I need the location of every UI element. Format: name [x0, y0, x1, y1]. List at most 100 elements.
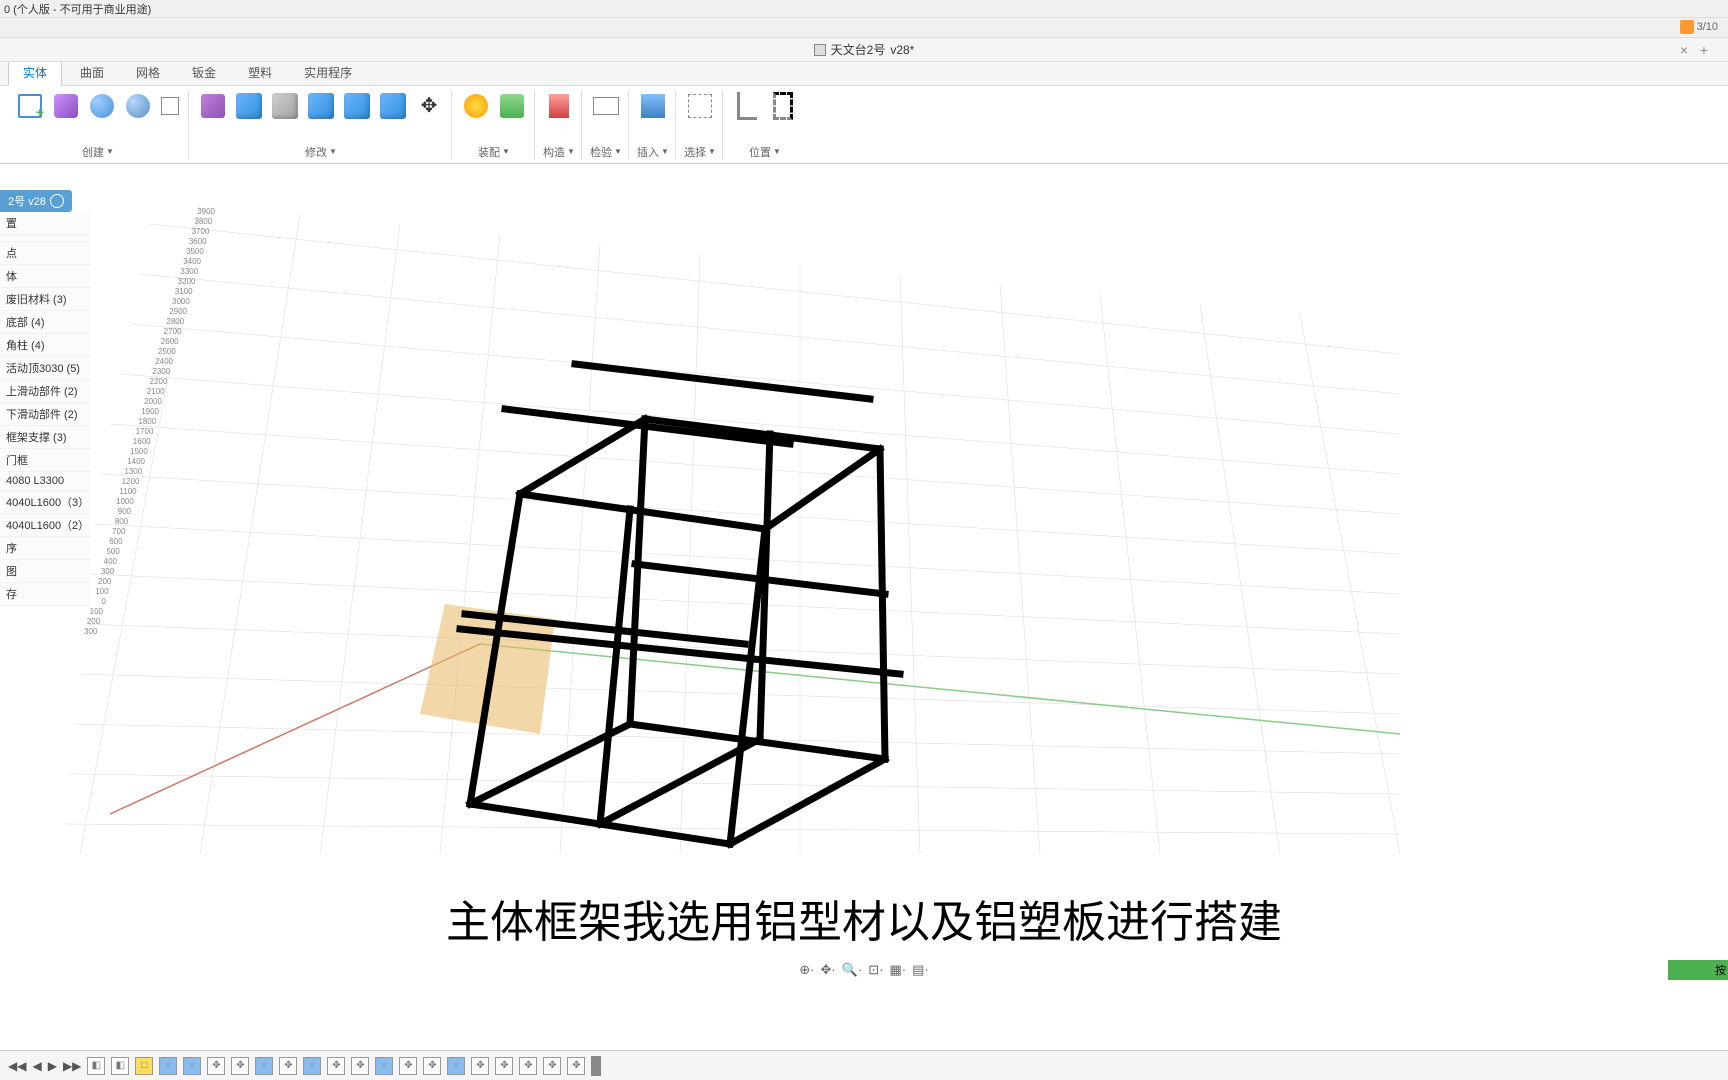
svg-text:100: 100 [95, 587, 109, 596]
browser-item[interactable]: 废旧材料 (3) [0, 288, 90, 311]
tab-sheetmetal[interactable]: 钣金 [178, 60, 230, 85]
browser-item[interactable]: 底部 (4) [0, 311, 90, 334]
timeline-feature[interactable]: ✥ [207, 1057, 225, 1075]
browser-item[interactable]: 置 [0, 212, 90, 235]
svg-text:1700: 1700 [136, 427, 154, 436]
extrude-button[interactable] [86, 90, 118, 122]
box-button[interactable] [158, 94, 182, 118]
browser-panel[interactable]: 置点体废旧材料 (3)底部 (4)角柱 (4)活动顶3030 (5)上滑动部件 … [0, 212, 90, 606]
combine-button[interactable] [341, 90, 373, 122]
eye-icon [50, 194, 64, 208]
svg-text:1600: 1600 [133, 437, 151, 446]
new-tab-button[interactable]: + [1700, 42, 1708, 58]
timeline-feature[interactable]: ▫ [303, 1057, 321, 1075]
insert-button[interactable] [637, 90, 669, 122]
pan-button[interactable]: ✥· [821, 962, 836, 978]
browser-item[interactable]: 下滑动部件 (2) [0, 403, 90, 426]
shell-button[interactable] [305, 90, 337, 122]
timeline-rewind-button[interactable]: ◀◀ [8, 1059, 26, 1073]
browser-item[interactable]: 存 [0, 583, 90, 606]
browser-item[interactable]: 4080 L3300 [0, 472, 90, 491]
fillet-button[interactable] [233, 90, 265, 122]
browser-item[interactable]: 角柱 (4) [0, 334, 90, 357]
svg-text:2200: 2200 [150, 377, 168, 386]
timeline-feature[interactable]: ▫ [447, 1057, 465, 1075]
joint-button[interactable] [496, 90, 528, 122]
browser-item[interactable]: 图 [0, 560, 90, 583]
timeline-feature[interactable]: ✥ [351, 1057, 369, 1075]
move-button[interactable]: ✥ [413, 90, 445, 122]
close-tab-button[interactable]: × [1680, 42, 1688, 58]
timeline-feature[interactable]: ✥ [495, 1057, 513, 1075]
timeline-feature[interactable]: □ [135, 1057, 153, 1075]
create-form-button[interactable] [50, 90, 82, 122]
browser-item[interactable] [0, 235, 90, 242]
timeline-feature[interactable]: ✥ [423, 1057, 441, 1075]
timeline-feature[interactable]: ✥ [279, 1057, 297, 1075]
position-button-2[interactable] [767, 90, 799, 122]
browser-item[interactable]: 活动顶3030 (5) [0, 357, 90, 380]
fit-button[interactable]: ⊡· [868, 962, 883, 978]
tab-plastic[interactable]: 塑料 [234, 60, 286, 85]
recovery-badge[interactable]: 3/10 [1680, 20, 1718, 34]
svg-text:3600: 3600 [189, 237, 207, 246]
orbit-button[interactable]: ⊕· [799, 962, 814, 978]
timeline-feature[interactable]: ▫ [375, 1057, 393, 1075]
timeline-scrubber[interactable] [591, 1056, 601, 1076]
timeline-feature[interactable]: ◧ [87, 1057, 105, 1075]
svg-text:3500: 3500 [186, 247, 204, 256]
construct-plane-button[interactable] [543, 90, 575, 122]
zoom-button[interactable]: 🔍· [842, 962, 863, 978]
timeline-feature[interactable]: ✥ [567, 1057, 585, 1075]
timeline-feature[interactable]: ✥ [471, 1057, 489, 1075]
browser-item[interactable]: 4040L1600（3） (1) [0, 491, 90, 514]
select-button[interactable] [684, 90, 716, 122]
revolve-button[interactable] [122, 90, 154, 122]
timeline-feature[interactable]: ✥ [231, 1057, 249, 1075]
new-component-button[interactable] [460, 90, 492, 122]
svg-text:0: 0 [101, 597, 106, 606]
browser-item[interactable]: 体 [0, 265, 90, 288]
browser-item[interactable]: 4040L1600（2） (2) [0, 514, 90, 537]
timeline-feature[interactable]: ✥ [327, 1057, 345, 1075]
document-name: 天文台2号 [831, 41, 886, 58]
timeline-feature[interactable]: ▫ [159, 1057, 177, 1075]
tab-surface[interactable]: 曲面 [66, 60, 118, 85]
presspull-button[interactable] [197, 90, 229, 122]
position-button[interactable] [731, 90, 763, 122]
display-button[interactable]: ▦· [889, 962, 906, 978]
timeline-next-button[interactable]: ▶ [48, 1059, 57, 1073]
browser-header[interactable]: 2号 v28 [0, 190, 72, 212]
ribbon-panel: 创建▼ ✥ 修改▼ 装配▼ 构造▼ 检验▼ [0, 86, 1728, 164]
tab-solid[interactable]: 实体 [8, 59, 62, 86]
browser-item[interactable]: 框架支撑 (3) [0, 426, 90, 449]
status-hint: 按 [1668, 960, 1728, 980]
measure-button[interactable] [590, 90, 622, 122]
timeline-feature[interactable]: ▫ [255, 1057, 273, 1075]
timeline-feature[interactable]: ◧ [111, 1057, 129, 1075]
timeline-feature[interactable]: ✥ [543, 1057, 561, 1075]
model-frame[interactable] [400, 314, 960, 874]
timeline-prev-button[interactable]: ◀ [32, 1059, 41, 1073]
browser-item[interactable]: 上滑动部件 (2) [0, 380, 90, 403]
timeline-feature[interactable]: ✥ [399, 1057, 417, 1075]
document-tab[interactable]: 天文台2号 v28* [814, 41, 915, 58]
timeline-end-button[interactable]: ▶▶ [63, 1059, 81, 1073]
svg-text:900: 900 [118, 507, 132, 516]
browser-item[interactable]: 点 [0, 242, 90, 265]
ribbon-group-position: 位置▼ [725, 90, 805, 160]
ribbon-group-insert: 插入▼ [631, 90, 676, 160]
timeline-feature[interactable]: ✥ [519, 1057, 537, 1075]
timeline-feature[interactable]: ▫ [183, 1057, 201, 1075]
tab-mesh[interactable]: 网格 [122, 60, 174, 85]
ribbon-group-select: 选择▼ [678, 90, 723, 160]
chamfer-button[interactable] [269, 90, 301, 122]
grid-button[interactable]: ▤· [912, 962, 929, 978]
browser-item[interactable]: 序 [0, 537, 90, 560]
ribbon-group-modify: ✥ 修改▼ [191, 90, 452, 160]
group-label-position: 位置▼ [749, 144, 781, 160]
new-sketch-button[interactable] [14, 90, 46, 122]
split-button[interactable] [377, 90, 409, 122]
tab-utilities[interactable]: 实用程序 [290, 60, 366, 85]
browser-item[interactable]: 门框 [0, 449, 90, 472]
